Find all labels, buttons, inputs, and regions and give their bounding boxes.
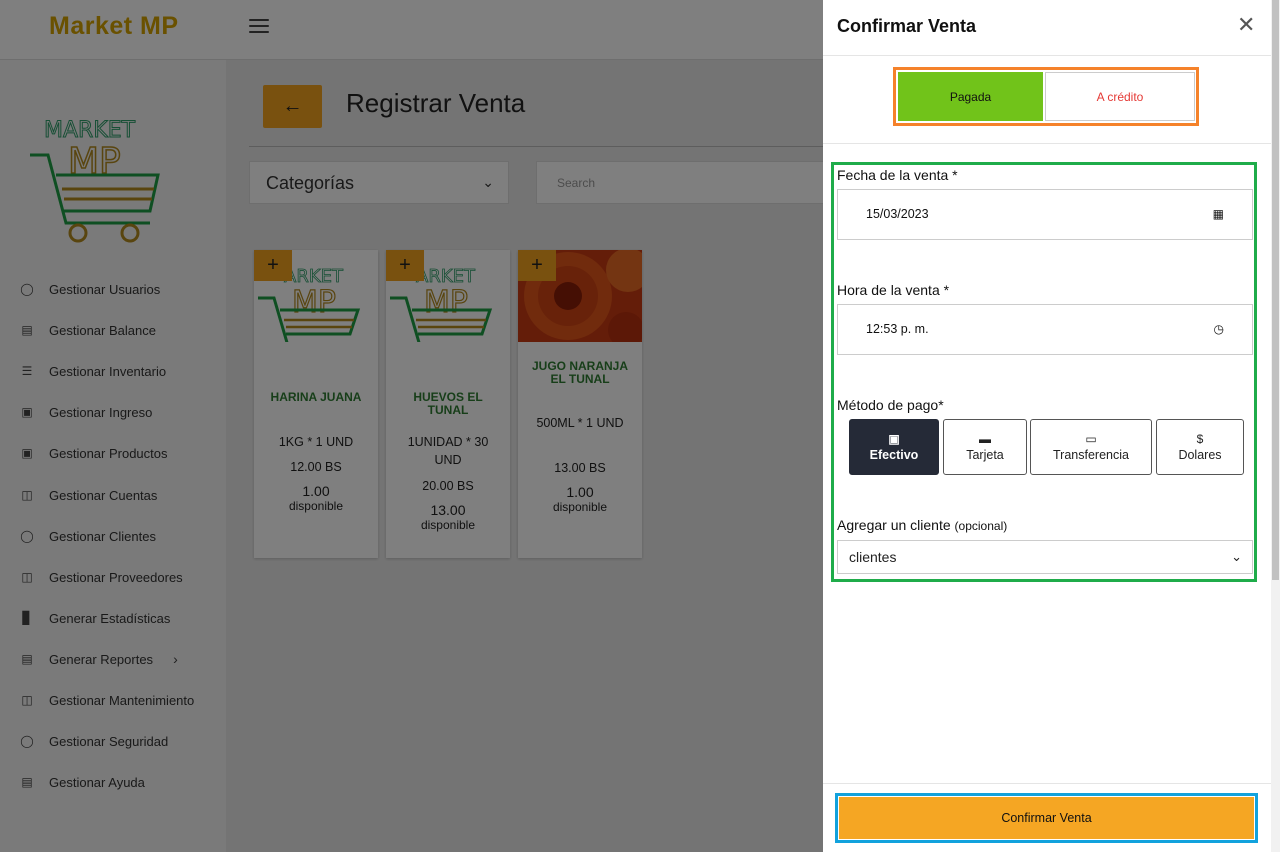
wallet-icon: ▣ — [888, 432, 900, 446]
calendar-icon[interactable]: ▦ — [1213, 207, 1224, 221]
confirm-sale-panel: Confirmar Venta ✕ Pagada A crédito Fecha… — [823, 0, 1271, 852]
clock-icon[interactable]: ◷ — [1214, 322, 1224, 336]
client-label: Agregar un cliente (opcional) — [837, 517, 1008, 533]
payment-cash-button[interactable]: ▣ Efectivo — [849, 419, 939, 475]
time-field[interactable]: 12:53 p. m. ◷ — [837, 304, 1253, 355]
monitor-icon: ▭ — [1085, 432, 1097, 446]
dollar-icon: $ — [1196, 432, 1204, 446]
payment-card-button[interactable]: ▬ Tarjeta — [943, 419, 1027, 475]
payment-dollars-button[interactable]: $ Dolares — [1156, 419, 1244, 475]
modal-backdrop[interactable] — [0, 0, 824, 852]
client-select[interactable]: clientes ⌄ — [837, 540, 1253, 574]
date-label: Fecha de la venta * — [837, 167, 958, 183]
panel-scrollbar[interactable] — [1271, 0, 1280, 852]
date-field[interactable]: 15/03/2023 ▦ — [837, 189, 1253, 240]
panel-divider — [823, 55, 1271, 56]
time-label: Hora de la venta * — [837, 282, 950, 298]
panel-divider — [823, 143, 1271, 144]
payment-transfer-button[interactable]: ▭ Transferencia — [1030, 419, 1152, 475]
confirm-sale-button[interactable]: Confirmar Venta — [839, 797, 1254, 839]
credit-card-icon: ▬ — [979, 432, 991, 446]
panel-divider — [823, 783, 1271, 784]
chevron-down-icon: ⌄ — [1231, 549, 1242, 564]
scrollbar-thumb[interactable] — [1272, 0, 1279, 580]
panel-title: Confirmar Venta — [837, 16, 977, 36]
close-icon[interactable]: ✕ — [1237, 14, 1255, 36]
payment-label: Método de pago* — [837, 397, 944, 413]
status-paid-button[interactable]: Pagada — [898, 72, 1043, 121]
status-credit-button[interactable]: A crédito — [1045, 72, 1195, 121]
